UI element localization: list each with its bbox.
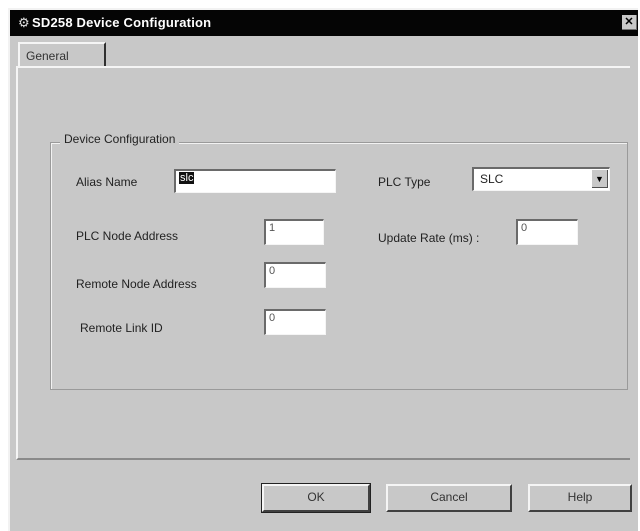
chevron-down-icon[interactable]: ▼ <box>592 170 608 188</box>
update-rate-input[interactable]: 0 <box>516 219 578 245</box>
device-icon: ⚙ <box>18 15 30 30</box>
remote-link-id-input[interactable]: 0 <box>264 309 326 335</box>
plc-node-address-value: 1 <box>269 222 276 234</box>
group-title: Device Configuration <box>60 132 180 146</box>
plc-type-value: SLC <box>480 172 504 186</box>
remote-link-id-value: 0 <box>269 312 276 324</box>
help-button[interactable]: Help <box>528 484 632 512</box>
update-rate-label: Update Rate (ms) : <box>378 231 480 245</box>
title-bar[interactable]: ⚙ SD258 Device Configuration ✕ <box>10 10 638 36</box>
remote-link-id-label: Remote Link ID <box>80 321 163 335</box>
plc-node-address-input[interactable]: 1 <box>264 219 324 245</box>
plc-node-address-label: PLC Node Address <box>76 229 179 243</box>
alias-name-input[interactable]: slc <box>174 169 336 193</box>
close-icon: ✕ <box>624 16 634 28</box>
close-button[interactable]: ✕ <box>622 15 637 30</box>
tab-general[interactable]: General <box>18 42 106 66</box>
plc-type-select[interactable]: SLC ▼ <box>472 167 610 191</box>
alias-name-value: slc <box>179 172 195 184</box>
remote-node-address-value: 0 <box>269 265 276 277</box>
window-title: SD258 Device Configuration <box>32 15 212 30</box>
remote-node-address-label: Remote Node Address <box>76 277 197 291</box>
tab-general-label: General <box>26 49 69 63</box>
ok-button[interactable]: OK <box>261 483 371 513</box>
alias-name-label: Alias Name <box>76 175 138 189</box>
cancel-button[interactable]: Cancel <box>386 484 512 512</box>
update-rate-value: 0 <box>521 222 528 234</box>
remote-node-address-input[interactable]: 0 <box>264 262 326 288</box>
plc-type-label: PLC Type <box>378 175 431 189</box>
